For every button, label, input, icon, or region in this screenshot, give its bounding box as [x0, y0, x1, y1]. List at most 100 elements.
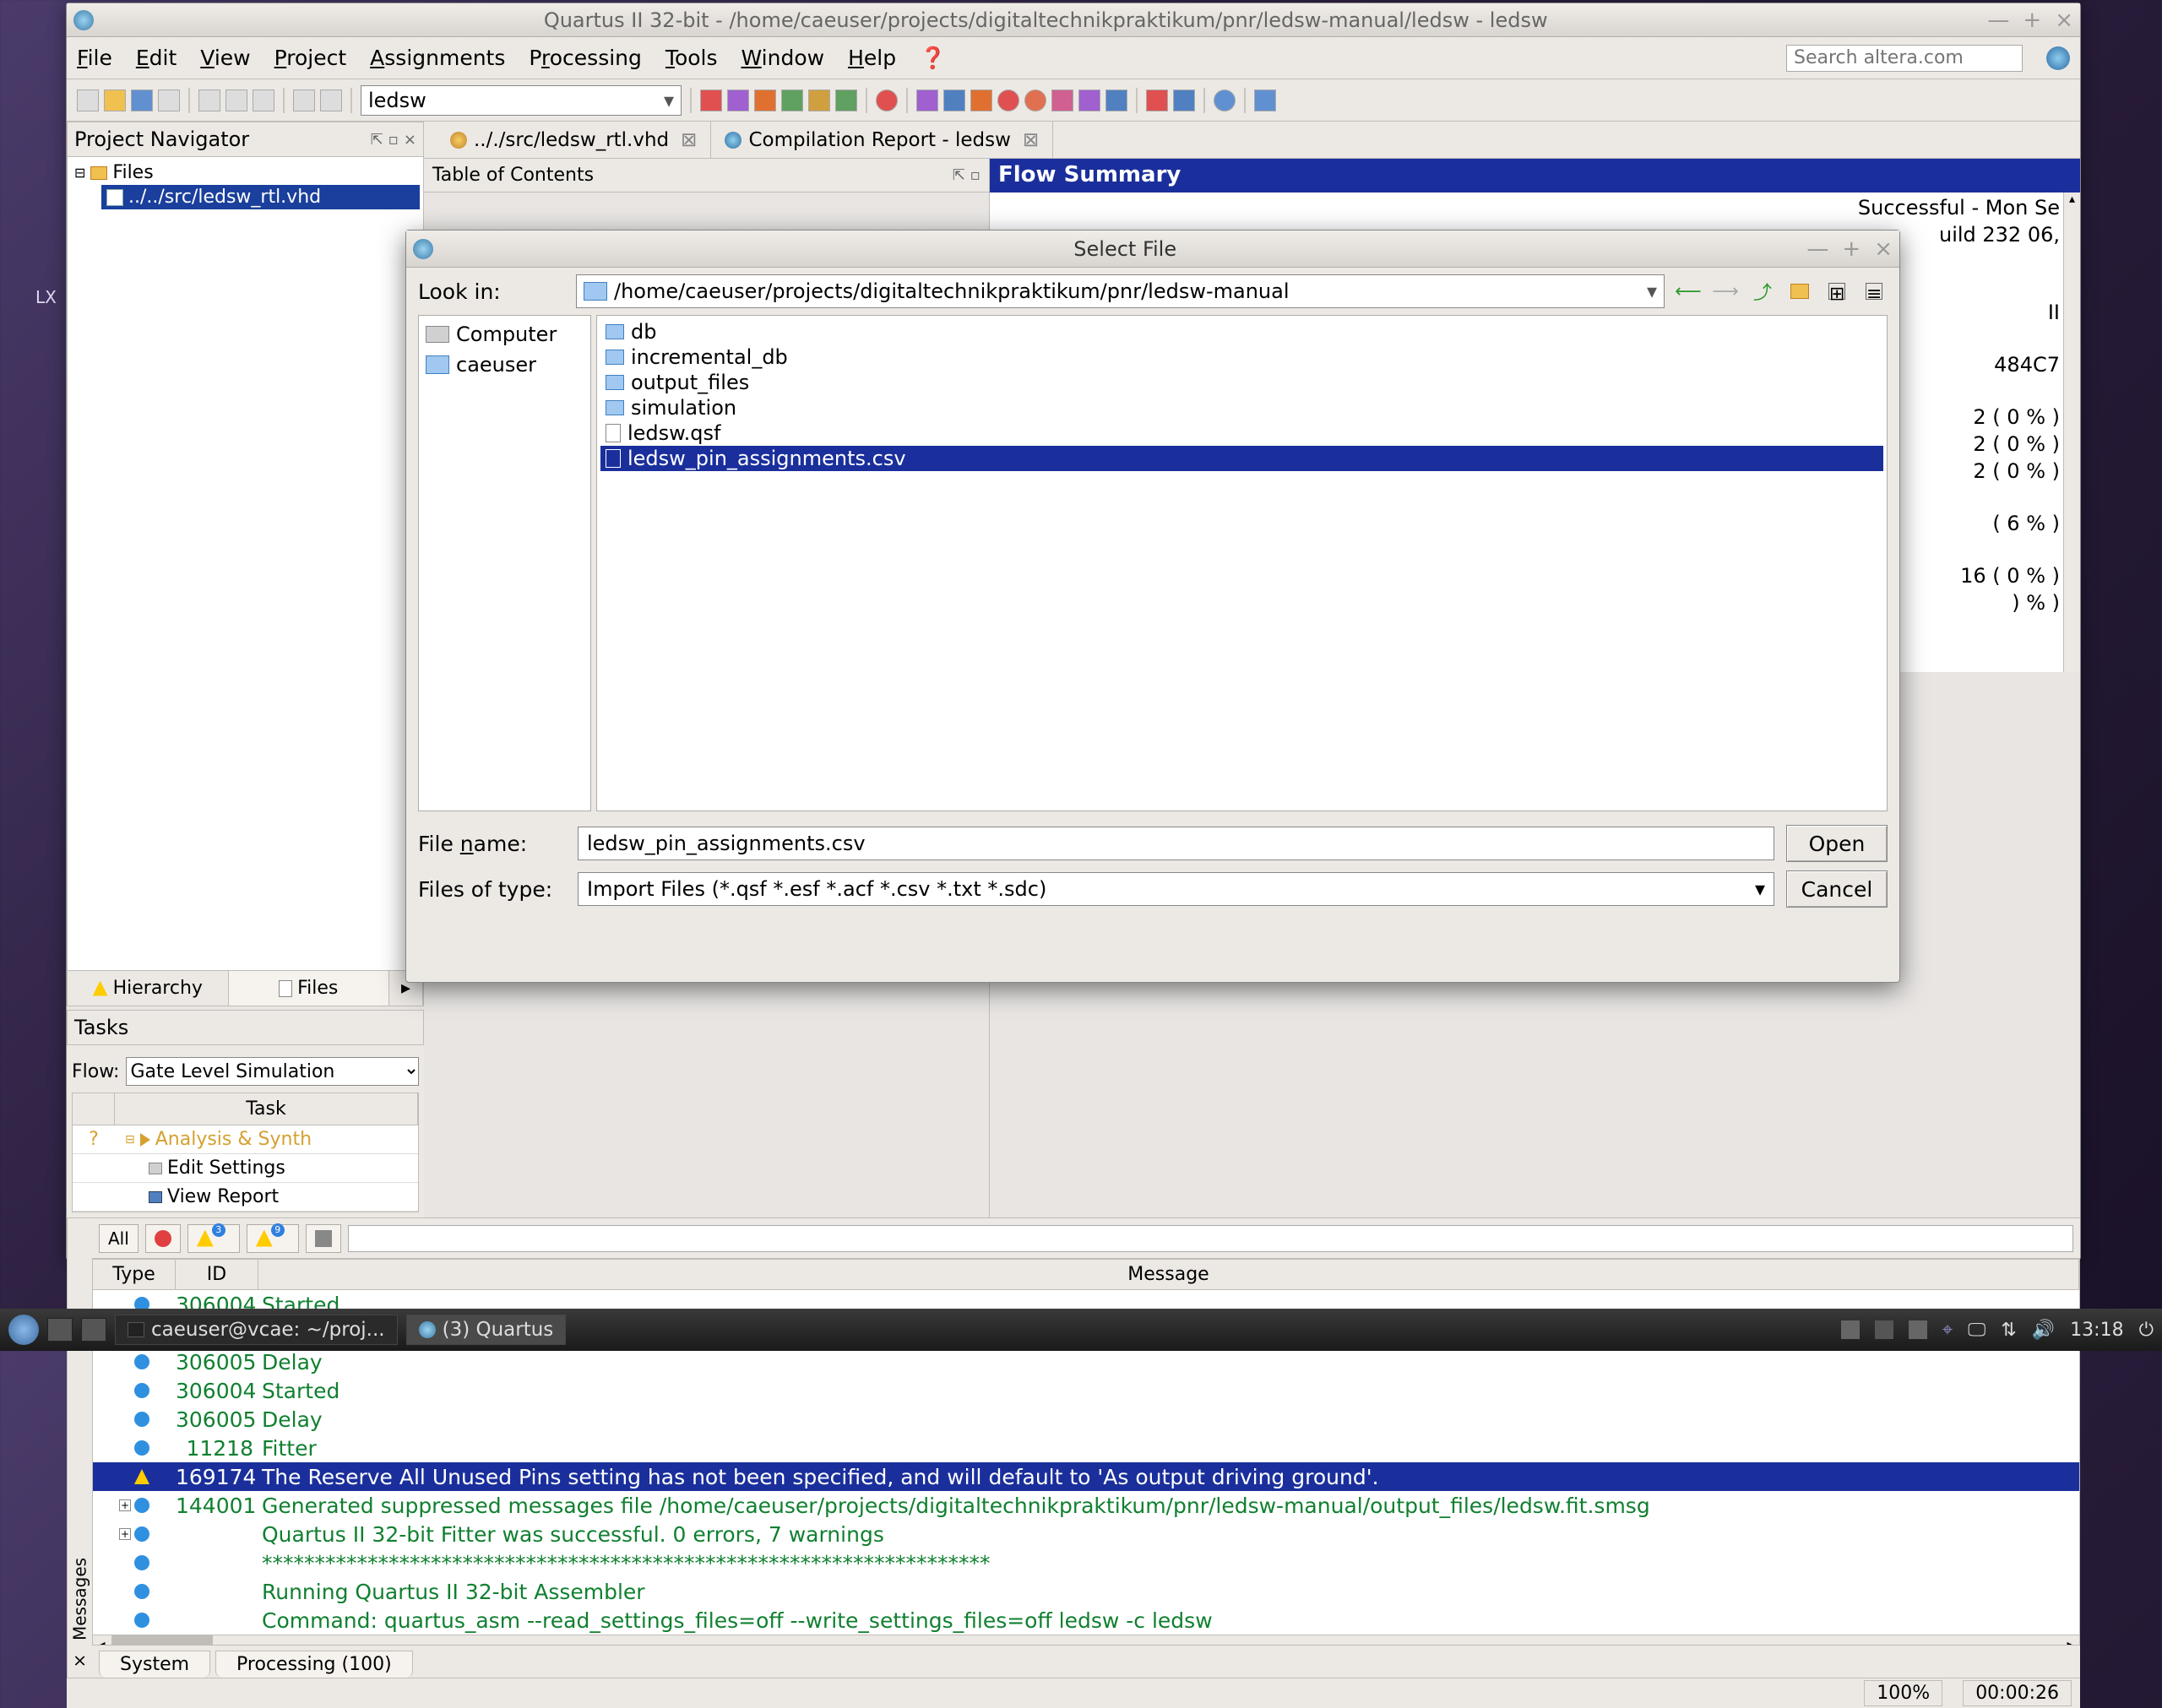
- undo-icon[interactable]: [293, 89, 315, 111]
- tray-bluetooth-icon[interactable]: ⌖: [1942, 1320, 1953, 1341]
- close-panel-icon[interactable]: ×: [404, 131, 416, 149]
- message-row[interactable]: 306004Started: [93, 1376, 2079, 1405]
- close-tab-icon[interactable]: ⊠: [1023, 129, 1039, 151]
- tool-icon[interactable]: [835, 89, 857, 111]
- cut-icon[interactable]: [198, 89, 220, 111]
- tray-icon[interactable]: [1909, 1320, 1927, 1339]
- message-row[interactable]: ****************************************…: [93, 1548, 2079, 1577]
- nav-back-button[interactable]: ⟵: [1675, 278, 1702, 305]
- pin-icon[interactable]: ⇱: [953, 166, 965, 184]
- file-item-folder[interactable]: db: [600, 319, 1883, 344]
- tool-icon[interactable]: [727, 89, 749, 111]
- tool-icon[interactable]: [1173, 89, 1195, 111]
- tool-icon[interactable]: [1105, 89, 1127, 111]
- open-icon[interactable]: [104, 89, 126, 111]
- redo-icon[interactable]: [320, 89, 342, 111]
- messages-tab[interactable]: ×Messages: [67, 1218, 92, 1678]
- doc-tab-report[interactable]: Compilation Report - ledsw ⊠: [711, 122, 1053, 158]
- path-combo[interactable]: /home/caeuser/projects/digitaltechnikpra…: [576, 274, 1665, 308]
- filter-errors-button[interactable]: [145, 1224, 181, 1253]
- icons-view-button[interactable]: ⊞: [1823, 278, 1850, 305]
- print-icon[interactable]: [158, 89, 180, 111]
- task-row[interactable]: View Report: [73, 1183, 418, 1212]
- tray-clock[interactable]: 13:18: [2070, 1320, 2123, 1341]
- col-id[interactable]: ID: [176, 1260, 258, 1289]
- minimize-icon[interactable]: —: [1987, 8, 2009, 33]
- maximize-icon[interactable]: +: [1842, 236, 1861, 262]
- menu-edit[interactable]: Edit: [136, 46, 177, 70]
- file-list[interactable]: db incremental_db output_files simulatio…: [596, 315, 1888, 811]
- minimize-icon[interactable]: —: [1806, 236, 1828, 262]
- tray-network-icon[interactable]: ⇅: [2001, 1320, 2016, 1341]
- tray-logout-icon[interactable]: ⏻: [2139, 1320, 2154, 1341]
- tab-processing[interactable]: Processing (100): [215, 1651, 413, 1678]
- titlebar[interactable]: Quartus II 32-bit - /home/caeuser/projec…: [67, 3, 2080, 37]
- tool-icon[interactable]: [754, 89, 776, 111]
- copy-icon[interactable]: [225, 89, 247, 111]
- menu-file[interactable]: File: [77, 46, 112, 70]
- dock-icon[interactable]: ▫: [970, 166, 981, 184]
- filter-critwarn-button[interactable]: 9: [247, 1224, 299, 1253]
- filter-all-button[interactable]: All: [99, 1224, 139, 1253]
- tool-icon[interactable]: [1146, 89, 1168, 111]
- col-type[interactable]: Type: [93, 1260, 176, 1289]
- comment-icon[interactable]: [1254, 89, 1276, 111]
- stop-icon[interactable]: [876, 89, 898, 111]
- col-message[interactable]: Message: [258, 1260, 2079, 1289]
- tool-icon[interactable]: [808, 89, 830, 111]
- tool-icon[interactable]: [970, 89, 992, 111]
- show-desktop-icon[interactable]: [47, 1318, 73, 1342]
- scrollbar[interactable]: ◂▸: [93, 1635, 2079, 1646]
- close-icon[interactable]: ×: [1874, 236, 1893, 262]
- menu-tools[interactable]: Tools: [665, 46, 718, 70]
- clock-icon[interactable]: [1024, 89, 1046, 111]
- tab-hierarchy[interactable]: Hierarchy: [68, 971, 229, 1006]
- file-item-folder[interactable]: simulation: [600, 395, 1883, 420]
- globe-icon[interactable]: [2046, 46, 2070, 70]
- message-row[interactable]: 169174The Reserve All Unused Pins settin…: [93, 1462, 2079, 1491]
- tool-icon[interactable]: [1078, 89, 1100, 111]
- filetype-combo[interactable]: Import Files (*.qsf *.esf *.acf *.csv *.…: [578, 872, 1774, 906]
- tray-display-icon[interactable]: 🖵: [1968, 1320, 1985, 1341]
- save-icon[interactable]: [131, 89, 153, 111]
- clock-icon[interactable]: [997, 89, 1019, 111]
- file-item-file[interactable]: ledsw.qsf: [600, 420, 1883, 446]
- task-row[interactable]: ?⊟Analysis & Synth: [73, 1125, 418, 1154]
- sidebar-item-computer[interactable]: Computer: [422, 319, 587, 350]
- file-item-selected[interactable]: ../../src/ledsw_rtl.vhd: [101, 185, 420, 209]
- message-row[interactable]: 306005Delay: [93, 1405, 2079, 1434]
- play-icon[interactable]: [916, 89, 938, 111]
- flow-select[interactable]: Gate Level Simulation: [126, 1057, 419, 1086]
- tool-icon[interactable]: [1051, 89, 1073, 111]
- help-icon[interactable]: ❓: [920, 46, 946, 71]
- tab-system[interactable]: System: [99, 1651, 210, 1678]
- flag-button[interactable]: [306, 1224, 341, 1253]
- message-row[interactable]: Running Quartus II 32-bit Assembler: [93, 1577, 2079, 1606]
- close-icon[interactable]: ×: [2055, 8, 2073, 33]
- message-row[interactable]: +144001Generated suppressed messages fil…: [93, 1491, 2079, 1520]
- message-search-input[interactable]: [348, 1225, 2073, 1252]
- window-list-icon[interactable]: [81, 1318, 106, 1342]
- tray-icon[interactable]: [1841, 1320, 1860, 1339]
- task-row[interactable]: Edit Settings: [73, 1154, 418, 1183]
- start-button[interactable]: [8, 1315, 39, 1345]
- menu-window[interactable]: Window: [741, 46, 825, 70]
- scrollbar[interactable]: [2063, 192, 2080, 672]
- paste-icon[interactable]: [253, 89, 274, 111]
- maximize-icon[interactable]: +: [2023, 8, 2041, 33]
- message-row[interactable]: 306005Delay: [93, 1347, 2079, 1376]
- taskbar-item-terminal[interactable]: caeuser@vcae: ~/proj...: [115, 1315, 398, 1345]
- tool-icon[interactable]: [943, 89, 965, 111]
- sidebar-item-home[interactable]: caeuser: [422, 350, 587, 380]
- tab-files[interactable]: Files: [229, 971, 390, 1006]
- tool-icon[interactable]: [781, 89, 803, 111]
- file-item-folder[interactable]: incremental_db: [600, 344, 1883, 370]
- pin-icon[interactable]: ⇱: [371, 131, 383, 149]
- message-row[interactable]: +Quartus II 32-bit Fitter was successful…: [93, 1520, 2079, 1548]
- file-item-selected[interactable]: ledsw_pin_assignments.csv: [600, 446, 1883, 471]
- window-controls[interactable]: — + ×: [1987, 8, 2073, 33]
- list-view-button[interactable]: ≡: [1861, 278, 1888, 305]
- new-folder-button[interactable]: [1786, 278, 1813, 305]
- help-icon[interactable]: [1214, 89, 1236, 111]
- new-icon[interactable]: [77, 89, 99, 111]
